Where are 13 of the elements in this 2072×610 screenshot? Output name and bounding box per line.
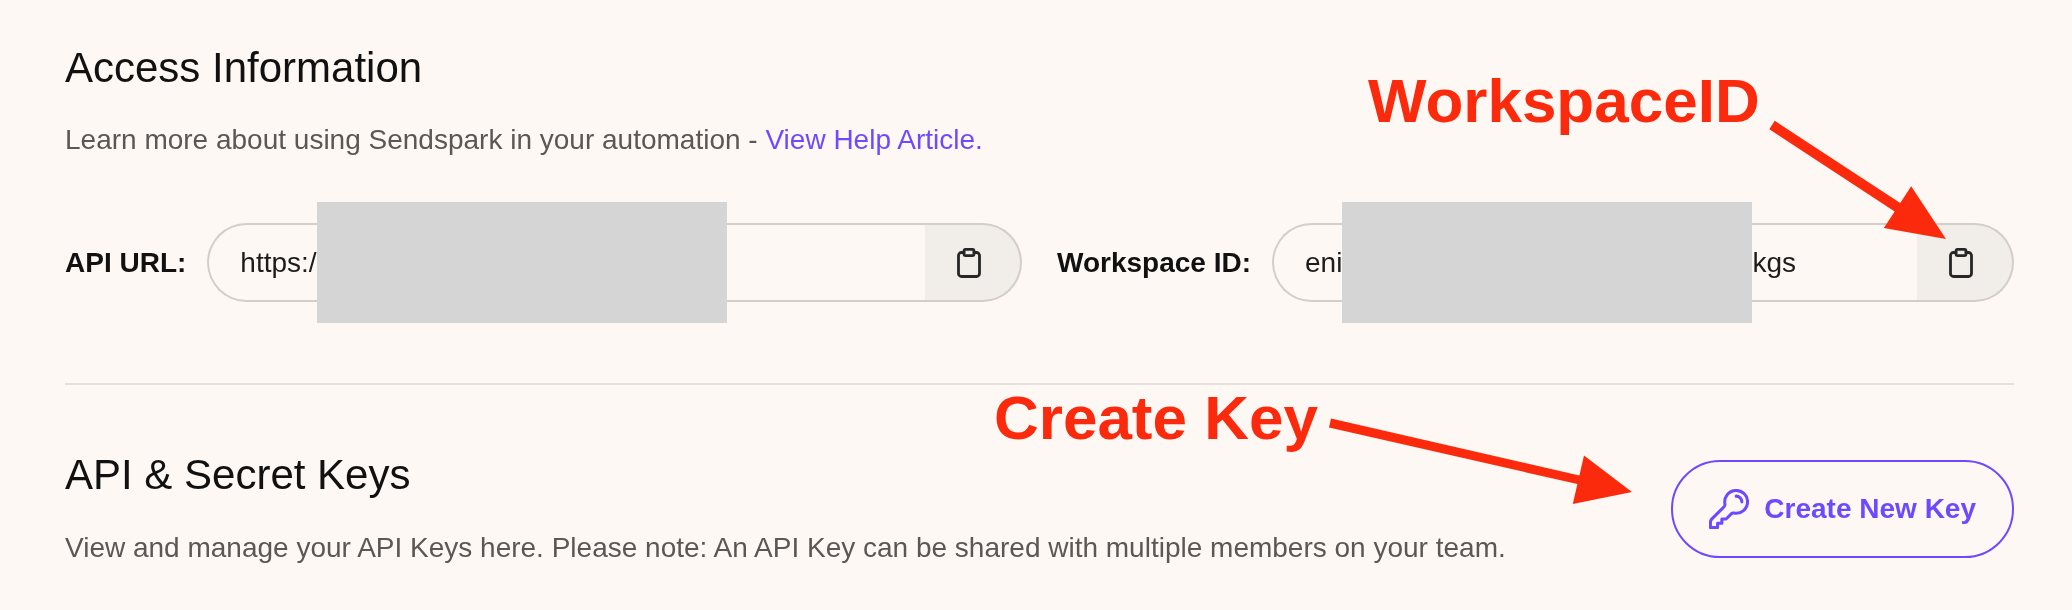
help-link[interactable]: View Help Article. <box>765 124 983 155</box>
clipboard-icon <box>955 247 982 278</box>
section-title: Access Information <box>65 44 423 92</box>
field-label: Workspace ID: <box>1057 246 1251 279</box>
section-title: API & Secret Keys <box>65 451 411 499</box>
create-key-button[interactable]: Create New Key <box>1671 459 2014 558</box>
clipboard-icon <box>1947 247 1974 278</box>
description-text: View and manage your API Keys here. Please note: An API Key can be shared with multiple members on your team. <box>65 531 1506 565</box>
copy-button[interactable] <box>925 223 1022 302</box>
help-text: Learn more about using Sendspark in your automation - View Help Article. <box>65 123 983 157</box>
field-label: API URL: <box>65 246 187 279</box>
key-icon <box>1709 488 1750 529</box>
copy-button[interactable] <box>1917 223 2014 302</box>
